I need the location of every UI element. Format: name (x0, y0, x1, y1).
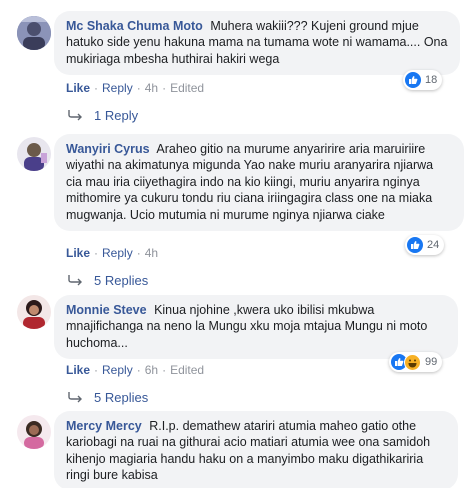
edited-label[interactable]: Edited (170, 363, 204, 377)
comment-bubble: Monnie Steve Kinua njohine ,kwera uko ib… (54, 295, 458, 360)
separator-dot: · (136, 246, 141, 260)
reaction-summary[interactable]: 99 (389, 352, 443, 372)
edited-label[interactable]: Edited (170, 81, 204, 95)
avatar[interactable] (17, 16, 51, 50)
separator-dot: · (136, 81, 141, 95)
separator-dot: · (162, 81, 167, 95)
like-button[interactable]: Like (66, 81, 90, 95)
view-replies-link[interactable]: 5 Replies (68, 273, 148, 288)
reply-button[interactable]: Reply (102, 363, 133, 377)
separator-dot: · (136, 363, 141, 377)
avatar-image (17, 16, 51, 50)
replies-count-label[interactable]: 5 Replies (94, 390, 148, 405)
comment-timestamp[interactable]: 6h (145, 363, 158, 377)
reaction-summary[interactable]: 18 (403, 70, 443, 90)
comment-author[interactable]: Mercy Mercy (66, 419, 142, 433)
avatar-image (17, 415, 51, 449)
avatar[interactable] (17, 137, 51, 171)
reaction-count: 18 (425, 74, 438, 86)
comment-actions: Like · Reply · 6h · Edited (66, 363, 204, 377)
avatar-image (17, 137, 51, 171)
comment-author[interactable]: Monnie Steve (66, 303, 147, 317)
reaction-count: 99 (425, 356, 438, 368)
reply-button[interactable]: Reply (102, 81, 133, 95)
replies-count-label[interactable]: 5 Replies (94, 273, 148, 288)
reply-arrow-icon (68, 391, 82, 402)
comment-bubble: Wanyiri Cyrus Araheo gitio na murume any… (54, 134, 464, 232)
comment-timestamp[interactable]: 4h (145, 246, 158, 260)
separator-dot: · (94, 81, 99, 95)
like-button[interactable]: Like (66, 363, 90, 377)
avatar[interactable] (17, 295, 51, 329)
reply-arrow-icon (68, 274, 82, 285)
comment-actions: Like · Reply · 4h · Edited (66, 81, 204, 95)
reaction-count: 24 (427, 239, 440, 251)
reply-arrow-icon (68, 109, 82, 120)
like-icon (407, 237, 423, 253)
reaction-summary[interactable]: 24 (405, 235, 445, 255)
avatar[interactable] (17, 415, 51, 449)
separator-dot: · (94, 246, 99, 260)
avatar-image (17, 295, 51, 329)
haha-icon (404, 353, 421, 371)
view-replies-link[interactable]: 5 Replies (68, 390, 148, 405)
like-icon (405, 72, 421, 88)
view-replies-link[interactable]: 1 Reply (68, 108, 138, 123)
comment-actions: Like · Reply · 4h (66, 246, 158, 260)
comment-bubble: Mercy Mercy R.I.p. demathew atariri atum… (54, 411, 458, 488)
separator-dot: · (94, 363, 99, 377)
replies-count-label[interactable]: 1 Reply (94, 108, 138, 123)
reply-button[interactable]: Reply (102, 246, 133, 260)
comment-author[interactable]: Mc Shaka Chuma Moto (66, 19, 203, 33)
comment-timestamp[interactable]: 4h (145, 81, 158, 95)
separator-dot: · (162, 363, 167, 377)
like-button[interactable]: Like (66, 246, 90, 260)
comment-bubble: Mc Shaka Chuma Moto Muhera wakiii??? Kuj… (54, 11, 460, 76)
comment-author[interactable]: Wanyiri Cyrus (66, 142, 150, 156)
